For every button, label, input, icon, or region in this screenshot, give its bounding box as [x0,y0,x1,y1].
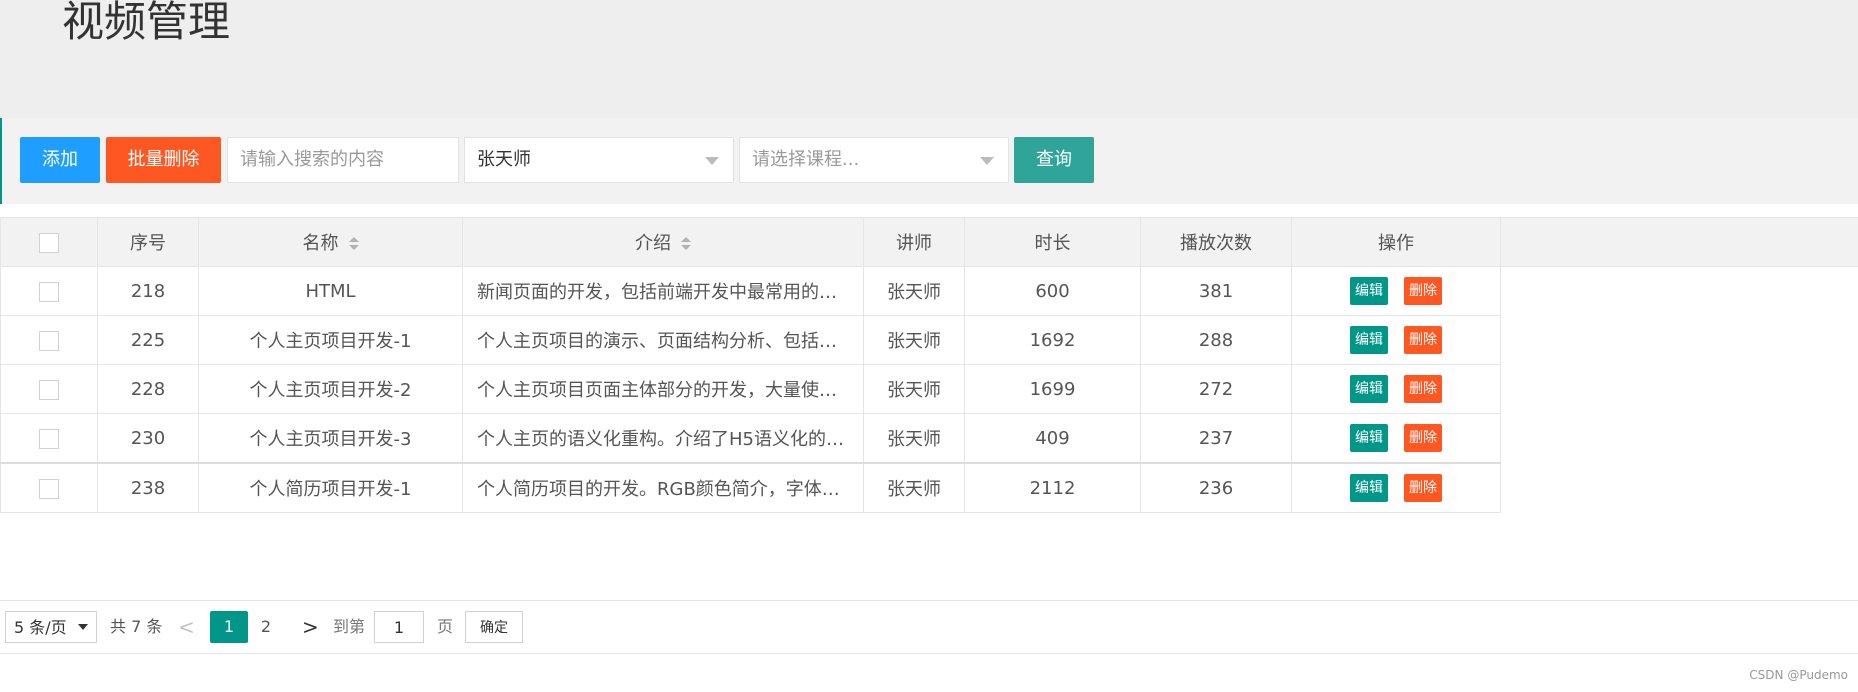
cell-actions: 编辑 删除 [1291,364,1501,414]
cell-teacher: 张天师 [863,266,965,316]
cell-actions: 编辑 删除 [1291,462,1501,513]
page-header: 视频管理 [0,0,1858,118]
table-row: 228 个人主页项目开发-2 个人主页项目页面主体部分的开发，大量使… 张天师 … [0,364,1501,414]
cell-actions: 编辑 删除 [1291,266,1501,316]
cell-intro: 新闻页面的开发，包括前端开发中最常用的… [462,266,864,316]
teacher-select[interactable]: 张天师 [464,137,734,183]
header-plays: 播放次数 [1140,217,1292,267]
edit-button[interactable]: 编辑 [1350,326,1388,354]
delete-button[interactable]: 删除 [1404,375,1442,403]
cell-id: 228 [97,364,199,414]
video-table: 序号 名称 介绍 讲师 时长 播放次数 操作 218 HTML 新闻页面的开发，… [0,217,1501,513]
cell-intro: 个人主页项目的演示、页面结构分析、包括… [462,315,864,365]
delete-button[interactable]: 删除 [1404,424,1442,452]
course-select-placeholder: 请选择课程... [752,149,860,170]
header-intro[interactable]: 介绍 [462,217,864,267]
row-checkbox[interactable] [39,478,59,499]
cell-name: 个人简历项目开发-1 [198,462,463,513]
pagination-bar: 5 条/页 共 7 条 < 1 2 > 到第 1 页 确定 [0,600,1858,654]
row-checkbox[interactable] [39,330,59,351]
delete-button[interactable]: 删除 [1404,326,1442,354]
cell-teacher: 张天师 [863,462,965,513]
prev-page-button[interactable]: < [178,611,195,643]
page-unit-label: 页 [437,617,454,636]
row-checkbox[interactable] [39,281,59,302]
cell-plays: 272 [1140,364,1292,414]
cell-duration: 409 [964,413,1141,464]
cell-teacher: 张天师 [863,413,965,464]
query-button[interactable]: 查询 [1014,137,1094,183]
cell-duration: 600 [964,266,1141,316]
edit-button[interactable]: 编辑 [1350,375,1388,403]
row-checkbox[interactable] [39,428,59,449]
header-duration: 时长 [964,217,1141,267]
edit-button[interactable]: 编辑 [1350,424,1388,452]
goto-page-input[interactable]: 1 [374,611,424,643]
cell-name: 个人主页项目开发-3 [198,413,463,464]
header-id: 序号 [97,217,199,267]
page-button-current[interactable]: 1 [210,611,248,643]
table-row: 218 HTML 新闻页面的开发，包括前端开发中最常用的… 张天师 600 38… [0,266,1501,316]
page-button-2[interactable]: 2 [256,611,276,643]
cell-duration: 1699 [964,364,1141,414]
sort-icon[interactable] [681,237,691,251]
header-teacher: 讲师 [863,217,965,267]
row-checkbox[interactable] [39,379,59,400]
cell-teacher: 张天师 [863,364,965,414]
cell-name: 个人主页项目开发-1 [198,315,463,365]
header-name[interactable]: 名称 [198,217,463,267]
search-input[interactable]: 请输入搜索的内容 [227,137,459,183]
table-header-row: 序号 名称 介绍 讲师 时长 播放次数 操作 [0,217,1501,267]
cell-duration: 1692 [964,315,1141,365]
watermark: CSDN @Pudemo [1749,668,1848,682]
cell-intro: 个人主页项目页面主体部分的开发，大量使… [462,364,864,414]
total-count: 共 7 条 [110,617,163,636]
goto-label: 到第 [333,617,366,636]
page-size-select[interactable]: 5 条/页 [5,611,97,643]
teacher-select-value: 张天师 [477,149,531,170]
page-title: 视频管理 [62,0,231,46]
sort-icon[interactable] [348,237,359,251]
cell-intro: 个人主页的语义化重构。介绍了H5语义化的… [462,413,864,464]
edit-button[interactable]: 编辑 [1350,277,1388,305]
chevron-down-icon [78,624,88,630]
cell-duration: 2112 [964,462,1141,513]
cell-id: 230 [97,413,199,464]
next-page-button[interactable]: > [302,611,319,643]
course-select[interactable]: 请选择课程... [739,137,1009,183]
delete-button[interactable]: 删除 [1404,474,1442,502]
delete-button[interactable]: 删除 [1404,277,1442,305]
batch-delete-button[interactable]: 批量删除 [106,137,221,183]
table-row: 225 个人主页项目开发-1 个人主页项目的演示、页面结构分析、包括… 张天师 … [0,315,1501,365]
cell-actions: 编辑 删除 [1291,315,1501,365]
cell-id: 225 [97,315,199,365]
cell-actions: 编辑 删除 [1291,413,1501,464]
table-row: 238 个人简历项目开发-1 个人简历项目的开发。RGB颜色简介，字体… 张天师… [0,462,1501,513]
goto-confirm-button[interactable]: 确定 [465,611,523,643]
cell-name: HTML [198,266,463,316]
caret-down-icon [705,157,719,165]
edit-button[interactable]: 编辑 [1350,474,1388,502]
caret-down-icon [980,157,994,165]
cell-plays: 236 [1140,462,1292,513]
toolbar: 添加 批量删除 请输入搜索的内容 张天师 请选择课程... 查询 [0,118,1858,204]
header-actions: 操作 [1291,217,1501,267]
select-all-checkbox[interactable] [39,232,59,253]
cell-plays: 237 [1140,413,1292,464]
cell-name: 个人主页项目开发-2 [198,364,463,414]
cell-id: 238 [97,462,199,513]
cell-plays: 381 [1140,266,1292,316]
cell-intro: 个人简历项目的开发。RGB颜色简介，字体… [462,462,864,513]
table-row: 230 个人主页项目开发-3 个人主页的语义化重构。介绍了H5语义化的… 张天师… [0,413,1501,464]
add-button[interactable]: 添加 [20,137,100,183]
cell-teacher: 张天师 [863,315,965,365]
cell-plays: 288 [1140,315,1292,365]
cell-id: 218 [97,266,199,316]
header-checkbox-cell [0,217,98,267]
